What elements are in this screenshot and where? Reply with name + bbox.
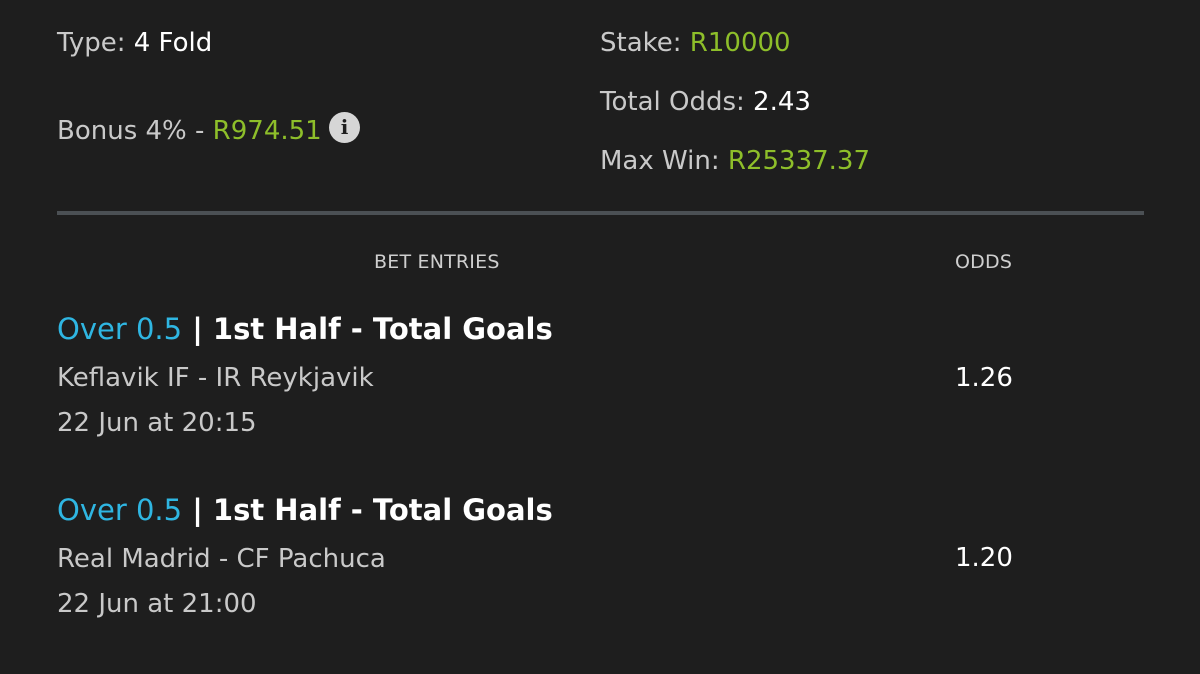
bet-entries-header: BET ENTRIES	[374, 251, 500, 273]
bet-type: Type: 4 Fold	[57, 28, 212, 58]
max-win: Max Win: R25337.37	[600, 146, 870, 176]
bet-entry-date: 22 Jun at 20:15	[57, 408, 257, 438]
bonus-label: Bonus 4% -	[57, 116, 205, 146]
bet-type-value: 4 Fold	[133, 28, 213, 58]
bet-entry-match: Real Madrid - CF Pachuca	[57, 544, 386, 574]
total-odds-label: Total Odds:	[600, 87, 745, 117]
bet-type-label: Type:	[57, 28, 126, 58]
bet-entry-market: Over 0.5 | 1st Half - Total Goals	[57, 493, 553, 527]
odds-header: ODDS	[955, 251, 1013, 273]
market-name: 1st Half - Total Goals	[212, 312, 553, 346]
bonus-value: R974.51	[212, 116, 322, 146]
stake-value: R10000	[689, 28, 791, 58]
selection: Over 0.5	[57, 312, 183, 346]
max-win-label: Max Win:	[600, 146, 720, 176]
separator: |	[192, 312, 203, 346]
stake-label: Stake:	[600, 28, 682, 58]
bet-entry-market: Over 0.5 | 1st Half - Total Goals	[57, 312, 553, 346]
market-name: 1st Half - Total Goals	[212, 493, 553, 527]
info-icon[interactable]: i	[329, 112, 360, 143]
divider	[57, 211, 1144, 215]
bet-entry-match: Keflavik IF - IR Reykjavik	[57, 363, 374, 393]
stake: Stake: R10000	[600, 28, 791, 58]
selection: Over 0.5	[57, 493, 183, 527]
max-win-value: R25337.37	[727, 146, 871, 176]
separator: |	[192, 493, 203, 527]
bet-entry-odds: 1.20	[955, 543, 1013, 573]
total-odds-value: 2.43	[753, 87, 811, 117]
bonus: Bonus 4% - R974.51	[57, 116, 322, 146]
bet-entry-odds: 1.26	[955, 363, 1013, 393]
bet-entry-date: 22 Jun at 21:00	[57, 589, 257, 619]
total-odds: Total Odds: 2.43	[600, 87, 811, 117]
